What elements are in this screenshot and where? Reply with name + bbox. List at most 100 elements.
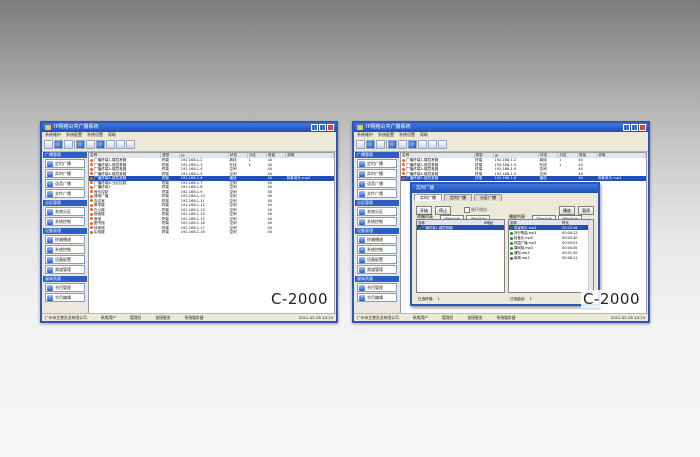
playlist-pane[interactable]: 名称 时长 背景音乐.mp3 00:03:56 流行歌曲.mp3 00:04:12 轻音乐… <box>508 219 594 293</box>
toolbar-globe-icon[interactable] <box>54 140 63 149</box>
menu-item[interactable]: 系统维护 <box>357 132 373 138</box>
pause-button[interactable]: 暂停 <box>578 205 594 215</box>
table-row[interactable]: 广播终端1-楼层音箱 <box>417 225 504 230</box>
toolbar-volume-icon[interactable] <box>438 140 447 149</box>
toolbar-chart-icon[interactable] <box>44 140 53 149</box>
menu-item[interactable]: 系统维护 <box>45 132 61 138</box>
toolbar-list-icon[interactable] <box>116 140 125 149</box>
sidebar-item[interactable]: 语音广播 <box>45 179 85 188</box>
sidebar-item[interactable]: 设备配置 <box>357 255 397 264</box>
minimize-icon[interactable] <box>311 124 318 131</box>
loop-checkbox[interactable]: 循环播放 <box>464 207 487 213</box>
sidebar-item[interactable]: 系统分区 <box>45 207 85 216</box>
edit-icon <box>359 294 365 301</box>
toolbar-tools-icon[interactable] <box>376 140 385 149</box>
maximize-icon[interactable] <box>319 124 326 131</box>
status-user-label: 系统用户 <box>100 315 116 320</box>
cell-text: 空闲 <box>229 167 237 171</box>
table-body: 广播终端1-楼层音箱 <box>417 225 504 230</box>
sidebar-item[interactable]: 节目编辑 <box>45 293 85 302</box>
dialog-title[interactable]: 实时广播 <box>412 184 598 193</box>
terminal-icon <box>90 158 93 162</box>
close-icon[interactable] <box>639 124 646 131</box>
sidebar-item-label: 节目编辑 <box>367 295 383 300</box>
toolbar-speaker-icon[interactable] <box>408 140 417 149</box>
cell-text: 播放 <box>229 176 237 180</box>
toolbar-globe-icon[interactable] <box>366 140 375 149</box>
toolbar-network-icon[interactable] <box>76 140 85 149</box>
sidebar-item[interactable]: 系统控制 <box>357 245 397 254</box>
sidebar-item[interactable]: 节目管理 <box>357 283 397 292</box>
sidebar-item[interactable]: 节目管理 <box>45 283 85 292</box>
close-icon[interactable] <box>327 124 334 131</box>
tab-scheduled[interactable]: 定时广播 <box>444 194 472 201</box>
sidebar-item[interactable]: 系统控制 <box>357 217 397 226</box>
cell-text: 192.168.1.11 <box>180 198 205 203</box>
sidebar-item[interactable]: 文件广播 <box>357 189 397 198</box>
toolbar-list-icon[interactable] <box>428 140 437 149</box>
microphone-icon <box>359 180 365 187</box>
sidebar-item[interactable]: 定时广播 <box>357 159 397 168</box>
toolbar <box>42 138 336 152</box>
sidebar-item[interactable]: 系统分区 <box>357 207 397 216</box>
sidebar-item[interactable]: 频道管理 <box>357 265 397 274</box>
cell-text: 广播终端5-楼层音箱 <box>406 176 439 180</box>
footer-count: 1 <box>529 297 532 301</box>
maximize-icon[interactable] <box>631 124 638 131</box>
cell-text: 终端 <box>161 158 169 162</box>
footer-label: 已选曲目: <box>510 297 526 301</box>
sidebar-item[interactable]: 实时广播 <box>357 169 397 178</box>
sidebar-group-title: 分区管理 <box>355 200 399 206</box>
sidebar-item[interactable]: 实时广播 <box>45 169 85 178</box>
file-icon <box>359 190 365 197</box>
table-row[interactable]: 新闻.mp3 00:08:11 <box>509 255 593 260</box>
menu-item[interactable]: 系统设置 <box>87 132 103 138</box>
table-cell: 广播终端1-楼层音箱 <box>417 225 483 230</box>
toolbar-settings-icon[interactable] <box>106 140 115 149</box>
sidebar-item[interactable]: 终端播放 <box>45 235 85 244</box>
toolbar-settings-icon[interactable] <box>418 140 427 149</box>
playlist-scrollbar[interactable] <box>588 220 593 292</box>
table-row[interactable]: 实验楼 终端 192.168.1.18 空闲 40 <box>89 230 334 235</box>
sidebar-item[interactable]: 节目编辑 <box>357 293 397 302</box>
sidebar-item[interactable]: 定时广播 <box>45 159 85 168</box>
cell-text: 终端 <box>161 162 169 167</box>
sidebar-item[interactable]: 语音广播 <box>357 179 397 188</box>
terminal-icon <box>402 176 405 180</box>
zone-icon <box>359 208 365 215</box>
cell-text: 192.168.1.16 <box>180 221 205 225</box>
toolbar-speaker-icon[interactable] <box>96 140 105 149</box>
sidebar-item[interactable]: 设备配置 <box>45 255 85 264</box>
sidebar-group-title: 广播管理 <box>43 152 87 158</box>
terminal-icon <box>90 199 93 202</box>
sidebar-item[interactable]: 文件广播 <box>45 189 85 198</box>
menu-item[interactable]: 系统配置 <box>378 132 394 138</box>
stop-button[interactable]: 停止 <box>435 205 451 215</box>
toolbar-volume-icon[interactable] <box>126 140 135 149</box>
sidebar-item[interactable]: 系统控制 <box>45 245 85 254</box>
menu-item[interactable]: 系统配置 <box>66 132 82 138</box>
minimize-icon[interactable] <box>623 124 630 131</box>
terminal-list-pane[interactable]: 名称 IP地址 广播终端1-楼层音箱 <box>416 219 505 293</box>
toolbar-chart-icon[interactable] <box>356 140 365 149</box>
play-button[interactable]: 播放 <box>559 205 575 215</box>
playlist-footer: 已选曲目: 1 <box>510 297 532 302</box>
menu-item[interactable]: 帮助 <box>420 132 428 138</box>
toolbar-network-icon[interactable] <box>388 140 397 149</box>
toolbar-tools-icon[interactable] <box>64 140 73 149</box>
sidebar-item[interactable]: 频道管理 <box>45 265 85 274</box>
tab-realtime[interactable]: 实时广播 <box>414 194 442 201</box>
sidebar-item-label: 频道管理 <box>55 267 71 272</box>
table-row[interactable]: 广播终端5-楼层音箱 终端 192.168.1.6 播放 40 背景音乐.mp3 <box>401 176 646 181</box>
tab-zone[interactable]: 分区广播 <box>474 194 502 201</box>
sidebar-group-title: 设备管理 <box>43 228 87 234</box>
cell-text: 终端 <box>161 176 169 180</box>
title-bar[interactable]: IP网络公共广播系统 <box>42 123 336 132</box>
toolbar-grid-icon[interactable] <box>86 140 95 149</box>
menu-item[interactable]: 帮助 <box>108 132 116 138</box>
title-bar[interactable]: IP网络公共广播系统 <box>354 123 648 132</box>
sidebar-item[interactable]: 系统控制 <box>45 217 85 226</box>
menu-item[interactable]: 系统设置 <box>399 132 415 138</box>
toolbar-grid-icon[interactable] <box>398 140 407 149</box>
sidebar-item[interactable]: 终端播放 <box>357 235 397 244</box>
